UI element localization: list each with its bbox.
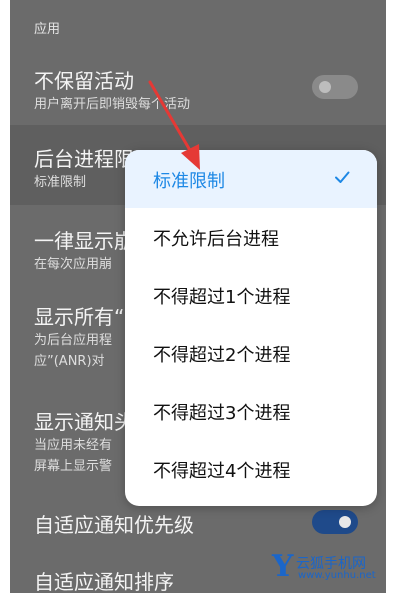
adaptive-priority-toggle[interactable] <box>312 510 358 534</box>
setting-subtitle-line2: 屏幕上显示警 <box>34 459 113 474</box>
setting-title: 自适应通知优先级 <box>34 513 194 537</box>
setting-subtitle: 用户离开后即销毁每个活动 <box>34 97 191 112</box>
setting-subtitle-line2: 应”(ANR)对 <box>34 354 105 369</box>
setting-subtitle: 为后台应用程 <box>34 333 113 348</box>
option-standard-limit[interactable]: 标准限制 <box>125 150 377 208</box>
setting-title: 一律显示崩 <box>34 229 134 253</box>
toggle-knob <box>339 516 351 528</box>
option-label: 不允许后台进程 <box>153 229 279 250</box>
setting-subtitle: 标准限制 <box>34 175 87 190</box>
option-max-1-process[interactable]: 不得超过1个进程 <box>125 266 377 324</box>
option-label: 不得超过2个进程 <box>153 345 291 366</box>
section-label: 应用 <box>34 22 61 37</box>
process-limit-popup: 标准限制 不允许后台进程 不得超过1个进程 不得超过2个进程 不得超过3个进程 … <box>125 150 377 506</box>
setting-dont-keep-activities[interactable]: 不保留活动 用户离开后即销毁每个活动 <box>10 55 386 125</box>
option-max-4-processes[interactable]: 不得超过4个进程 <box>125 440 377 498</box>
setting-title: 后台进程限 <box>34 147 134 171</box>
watermark: Y 云狐手机网 www.yunhu.net <box>272 549 392 584</box>
option-max-3-processes[interactable]: 不得超过3个进程 <box>125 382 377 440</box>
toggle-knob <box>319 81 331 93</box>
checkmark-icon <box>335 171 350 183</box>
option-max-2-processes[interactable]: 不得超过2个进程 <box>125 324 377 382</box>
dont-keep-activities-toggle[interactable] <box>312 75 358 99</box>
option-no-background-processes[interactable]: 不允许后台进程 <box>125 208 377 266</box>
option-label: 不得超过3个进程 <box>153 403 291 424</box>
setting-subtitle: 当应用未经有 <box>34 438 113 453</box>
option-label: 不得超过1个进程 <box>153 287 291 308</box>
watermark-url: www.yunhu.net <box>298 570 376 581</box>
option-label: 标准限制 <box>153 171 225 192</box>
option-label: 不得超过4个进程 <box>153 461 291 482</box>
setting-title: 自适应通知排序 <box>34 570 174 593</box>
setting-subtitle: 在每次应用崩 <box>34 257 113 272</box>
setting-title: 显示所有“ <box>34 305 125 329</box>
watermark-logo: Y <box>272 549 294 584</box>
setting-title: 显示通知头 <box>34 410 134 434</box>
setting-title: 不保留活动 <box>34 69 134 93</box>
